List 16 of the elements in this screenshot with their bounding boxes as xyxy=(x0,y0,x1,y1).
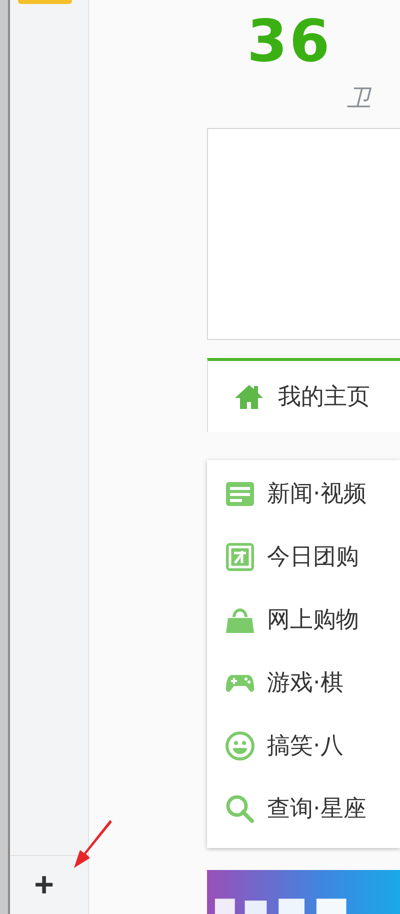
arrow-icon xyxy=(72,820,114,870)
sidebar-tab[interactable] xyxy=(18,0,72,4)
menu-item[interactable]: 新闻·视频 xyxy=(225,462,400,525)
logo-tagline: 卫 xyxy=(346,83,371,114)
home-tab[interactable]: 我的主页 xyxy=(207,358,400,432)
tag-icon xyxy=(225,542,255,572)
menu-item[interactable]: 网上购物 xyxy=(225,588,400,651)
menu-item[interactable]: 今日团购 xyxy=(225,525,400,588)
add-button[interactable]: + xyxy=(34,868,64,902)
menu-item[interactable]: 查询·星座 xyxy=(225,777,400,840)
search-icon xyxy=(225,794,255,824)
menu-item[interactable]: 搞笑·八 xyxy=(225,714,400,777)
smiley-icon xyxy=(225,730,255,760)
menu-item[interactable]: 游戏·棋 xyxy=(225,651,400,714)
home-icon xyxy=(234,382,264,410)
logo: 36 xyxy=(247,12,332,70)
